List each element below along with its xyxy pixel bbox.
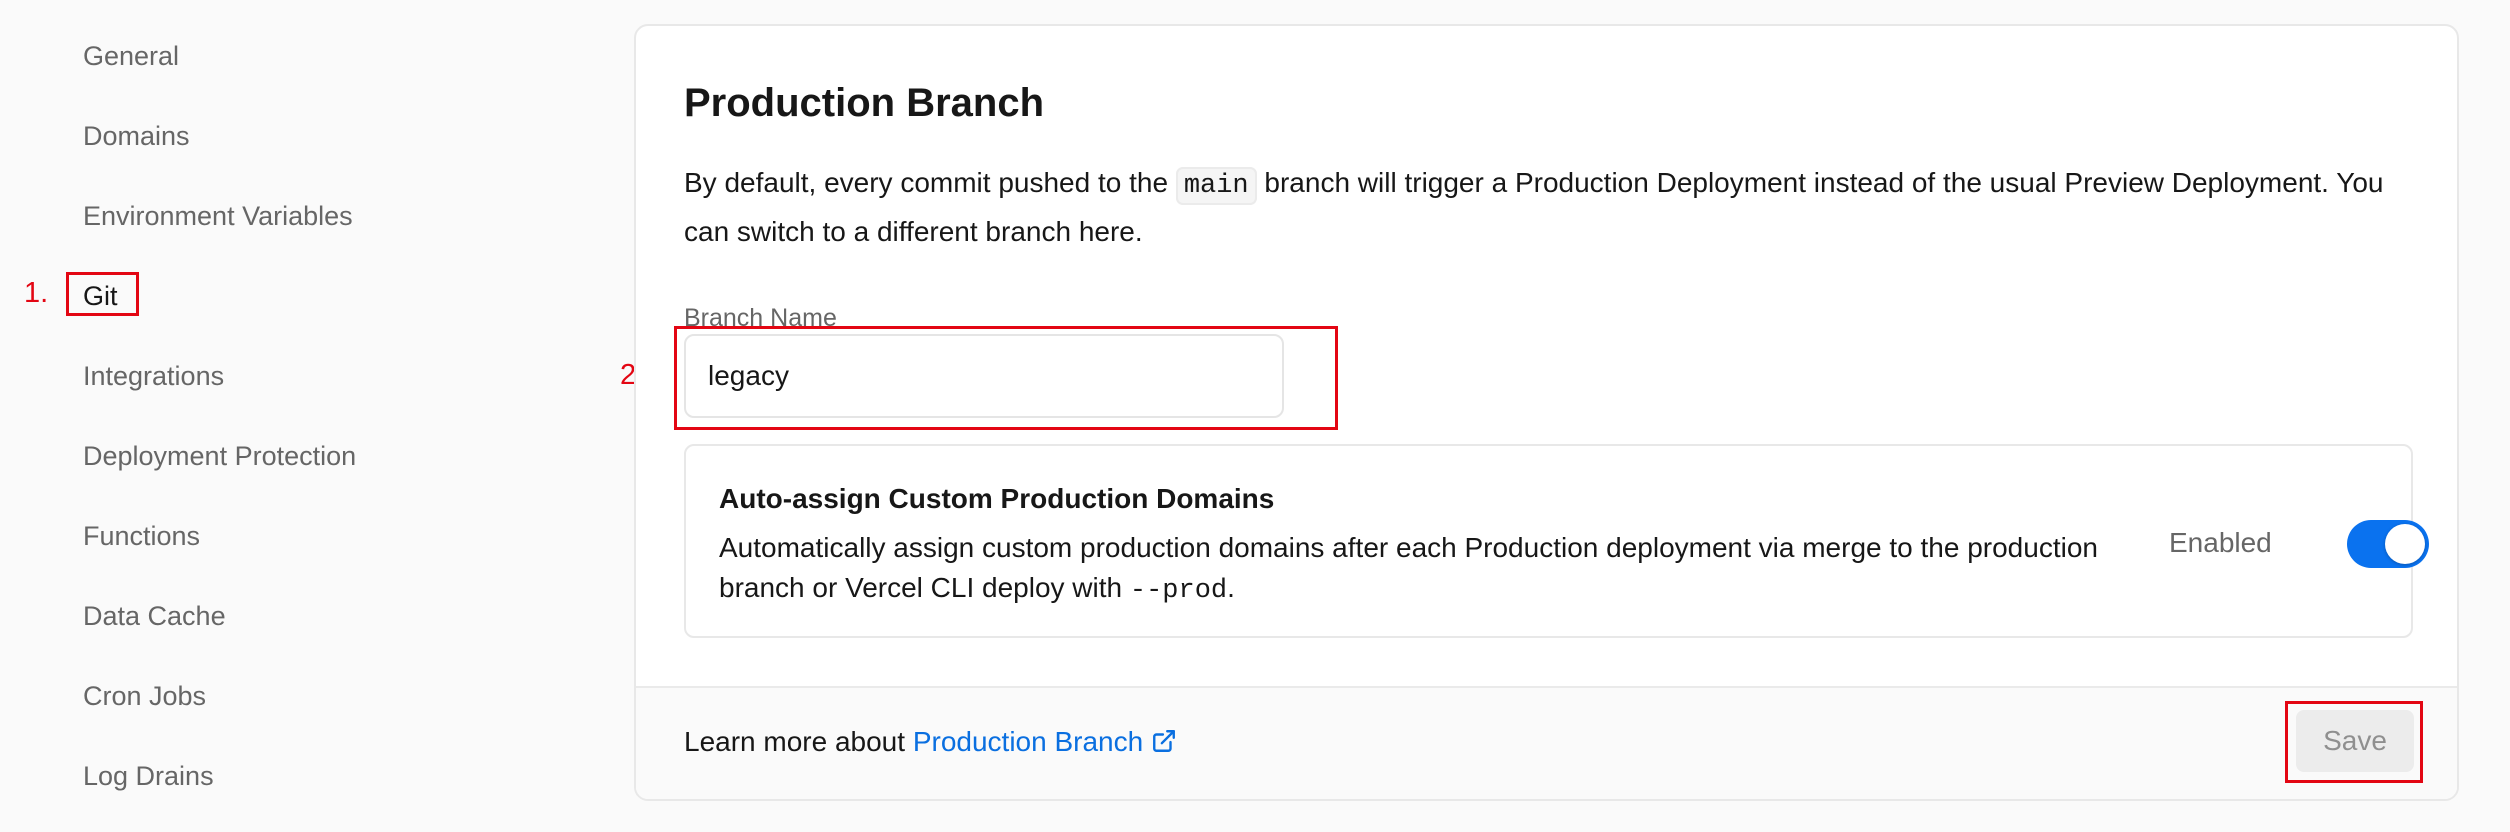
save-button[interactable]: Save [2296,710,2414,772]
sidebar-item-integrations[interactable]: Integrations [83,356,224,396]
branch-name-input[interactable] [684,334,1284,418]
sidebar-item-data-cache[interactable]: Data Cache [83,596,226,636]
learn-more: Learn more about Production Branch [684,722,1177,765]
sidebar-item-general[interactable]: General [83,36,179,76]
auto-assign-description: Automatically assign custom production d… [719,528,2099,611]
settings-sidebar: General Domains Environment Variables Gi… [0,0,620,832]
card-title: Production Branch [684,81,1045,125]
auto-assign-description-text: Automatically assign custom production d… [719,532,2098,603]
auto-assign-toggle[interactable] [2347,520,2429,568]
production-branch-link[interactable]: Production Branch [913,726,1177,757]
sidebar-item-log-drains[interactable]: Log Drains [83,756,214,796]
git-highlight-box [66,272,139,316]
annotation-step-1: 1. [24,277,49,309]
external-link-icon [1151,725,1177,765]
card-footer: Learn more about Production Branch Save [636,686,2457,799]
prod-flag-code: --prod [1129,576,1228,606]
auto-assign-panel: Auto-assign Custom Production Domains Au… [684,444,2429,638]
production-branch-link-label: Production Branch [912,726,1144,757]
sidebar-item-environment-variables[interactable]: Environment Variables [83,196,353,236]
branch-name-label: Branch Name [684,304,837,332]
sidebar-item-deployment-protection[interactable]: Deployment Protection [83,436,356,476]
toggle-knob [2385,524,2425,564]
production-branch-card: Production Branch By default, every comm… [634,24,2459,801]
description-text-start: By default, every commit pushed to the [684,167,1169,198]
auto-assign-description-period: . [1227,572,1235,603]
sidebar-item-domains[interactable]: Domains [83,116,190,156]
sidebar-item-functions[interactable]: Functions [83,516,200,556]
main-branch-code: main [1175,167,1257,205]
auto-assign-title: Auto-assign Custom Production Domains [719,483,1275,514]
card-description: By default, every commit pushed to the m… [684,160,2424,254]
enabled-status-label: Enabled [2169,527,2272,558]
settings-page: General Domains Environment Variables Gi… [0,0,2510,832]
learn-more-text: Learn more about [684,726,906,757]
sidebar-item-cron-jobs[interactable]: Cron Jobs [83,676,206,716]
